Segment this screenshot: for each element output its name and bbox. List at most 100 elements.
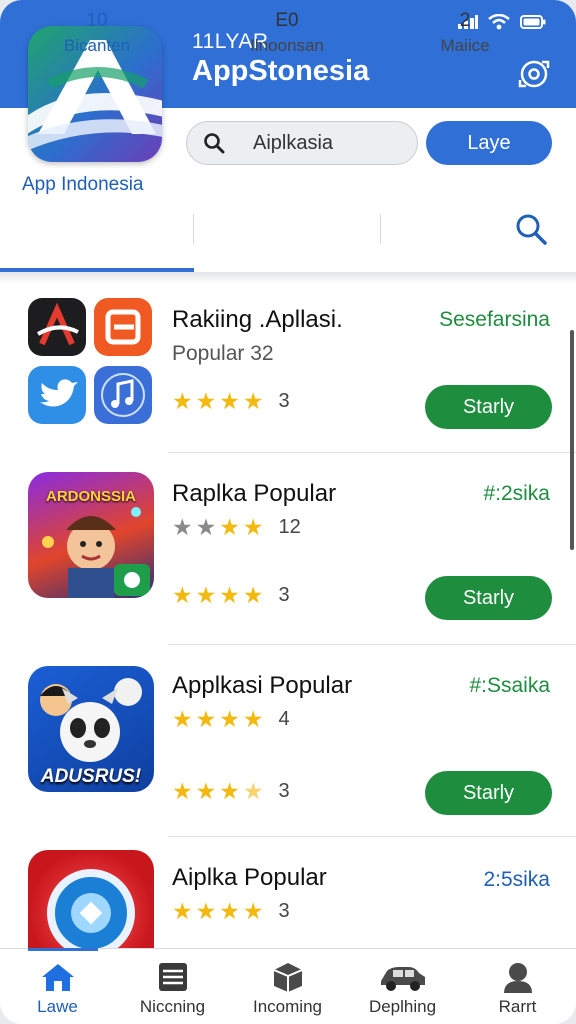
- star-icon: ★: [172, 514, 193, 540]
- scrollbar[interactable]: [570, 330, 574, 550]
- star-icon: ★: [219, 706, 240, 732]
- star-icon: ★: [172, 778, 193, 804]
- rating-count: 3: [278, 584, 290, 606]
- divider: [168, 452, 576, 453]
- nav-label: Niccning: [139, 997, 206, 1016]
- tab-count: E0: [275, 10, 299, 31]
- rating-count: 3: [278, 900, 290, 922]
- game-icon-text: ARDONSSIA: [45, 488, 136, 505]
- app-title: Applkasi Popular: [172, 672, 353, 699]
- rating-count: 3: [278, 780, 290, 802]
- game-icon-text: ADUSRUS!: [40, 766, 142, 787]
- rating: ★ ★ ★ ★ 3: [172, 584, 290, 607]
- app-tag: #:2sika: [483, 482, 550, 505]
- home-icon: [41, 964, 74, 991]
- tab-bicanten[interactable]: 10 Bicanten: [0, 0, 194, 72]
- star-icon: ★: [242, 388, 264, 414]
- tab-count: 2: [459, 10, 471, 31]
- app-tag: 2:5sika: [483, 868, 550, 891]
- tab-label: Ilnoonsan: [250, 36, 324, 55]
- tab-count: 10: [86, 10, 108, 31]
- star-icon: ★: [242, 706, 264, 732]
- list-item[interactable]: Rakiing .Apllasi. Popular 32 Sesefarsina…: [0, 286, 576, 452]
- star-icon: ★: [195, 514, 217, 540]
- active-nav-indicator: [28, 948, 98, 951]
- star-half-icon: ★: [242, 778, 264, 804]
- search-icon[interactable]: [514, 212, 548, 246]
- star-icon: ★: [219, 582, 240, 608]
- app-icon-b: [94, 298, 152, 356]
- app-subtitle: Popular 32: [172, 342, 274, 365]
- star-icon: ★: [219, 514, 240, 540]
- logo-label: App Indonesia: [22, 174, 144, 195]
- game-icon: [28, 850, 154, 948]
- nav-label: Rarrt: [498, 997, 537, 1016]
- search-input[interactable]: [253, 131, 403, 155]
- nav-rarrt[interactable]: Rarrt: [460, 949, 575, 1024]
- tab-divider: [380, 214, 381, 244]
- list-item[interactable]: ARDONSSIA Raplka Popular #:2sika ★ ★ ★ ★…: [0, 458, 576, 644]
- star-icon: ★: [219, 388, 240, 414]
- rating: ★ ★ ★ ★ 3: [172, 900, 290, 923]
- star-icon: ★: [172, 582, 193, 608]
- start-button[interactable]: Starly: [425, 771, 552, 815]
- star-icon: ★: [195, 388, 217, 414]
- search-box[interactable]: [186, 121, 418, 165]
- star-icon: ★: [172, 388, 193, 414]
- nav-incoming[interactable]: Incoming: [230, 949, 345, 1024]
- car-icon: [380, 967, 425, 991]
- box-icon: [273, 963, 302, 992]
- star-icon: ★: [242, 514, 264, 540]
- nav-label: Deplhing: [368, 997, 437, 1016]
- tab-label: Bicanten: [63, 36, 131, 55]
- app-title: Raplka Popular: [172, 480, 337, 507]
- start-button[interactable]: Starly: [425, 385, 552, 429]
- rating-secondary: ★ ★ ★ ★ 12: [172, 516, 301, 539]
- bottom-nav: Lawe Niccning Incoming Deplhing Rarrt: [0, 948, 576, 1024]
- rating: ★ ★ ★ ★ 3: [172, 390, 290, 413]
- app-tag: #:Ssaika: [469, 674, 550, 697]
- nav-home[interactable]: Lawe: [0, 949, 115, 1024]
- tab-ilnoonsan[interactable]: E0 Ilnoonsan: [194, 0, 380, 72]
- list-icon: [158, 963, 187, 991]
- divider: [168, 644, 576, 645]
- app-title: Aiplka Popular: [172, 864, 327, 891]
- star-icon: ★: [195, 898, 217, 924]
- rating-count: 12: [278, 516, 301, 538]
- rating: ★ ★ ★ ★ 3: [172, 780, 290, 803]
- star-icon: ★: [219, 898, 240, 924]
- person-icon: [503, 963, 532, 993]
- bird-icon: [28, 366, 86, 424]
- star-icon: ★: [195, 778, 217, 804]
- music-icon: [94, 366, 152, 424]
- star-icon: ★: [195, 706, 217, 732]
- nav-label: Lawe: [37, 997, 78, 1016]
- nav-deplhing[interactable]: Deplhing: [345, 949, 460, 1024]
- star-icon: ★: [172, 898, 193, 924]
- app-icon-a: [28, 298, 86, 356]
- rating-secondary: ★ ★ ★ ★ 4: [172, 708, 290, 731]
- nav-label: Incoming: [253, 997, 322, 1016]
- tabs-shadow: [0, 272, 576, 284]
- game-icon: ARDONSSIA: [28, 472, 154, 598]
- divider: [168, 836, 576, 837]
- list-item[interactable]: ADUSRUS! Applkasi Popular #:Ssaika ★ ★ ★…: [0, 650, 576, 836]
- nav-niccning[interactable]: Niccning: [115, 949, 230, 1024]
- star-icon: ★: [242, 582, 264, 608]
- start-button[interactable]: Starly: [425, 576, 552, 620]
- search-icon: [204, 133, 225, 154]
- tab-label: Maiice: [440, 36, 490, 55]
- tab-divider: [193, 214, 194, 244]
- phone-frame: 11LYAR AppStonesia App Indonesia Laye 10…: [0, 0, 576, 1024]
- app-tag: Sesefarsina: [439, 308, 550, 331]
- game-icon: ADUSRUS!: [28, 666, 154, 792]
- rating-count: 4: [278, 708, 290, 730]
- star-icon: ★: [242, 898, 264, 924]
- app-title: Rakiing .Apllasi.: [172, 306, 343, 333]
- list-item[interactable]: Aiplka Popular 2:5sika ★ ★ ★ ★ 3: [0, 842, 576, 948]
- star-icon: ★: [219, 778, 240, 804]
- tab-maiice[interactable]: 2 Maiice: [380, 0, 550, 72]
- star-icon: ★: [195, 582, 217, 608]
- rating-count: 3: [278, 390, 290, 412]
- layout-button[interactable]: Laye: [426, 121, 552, 165]
